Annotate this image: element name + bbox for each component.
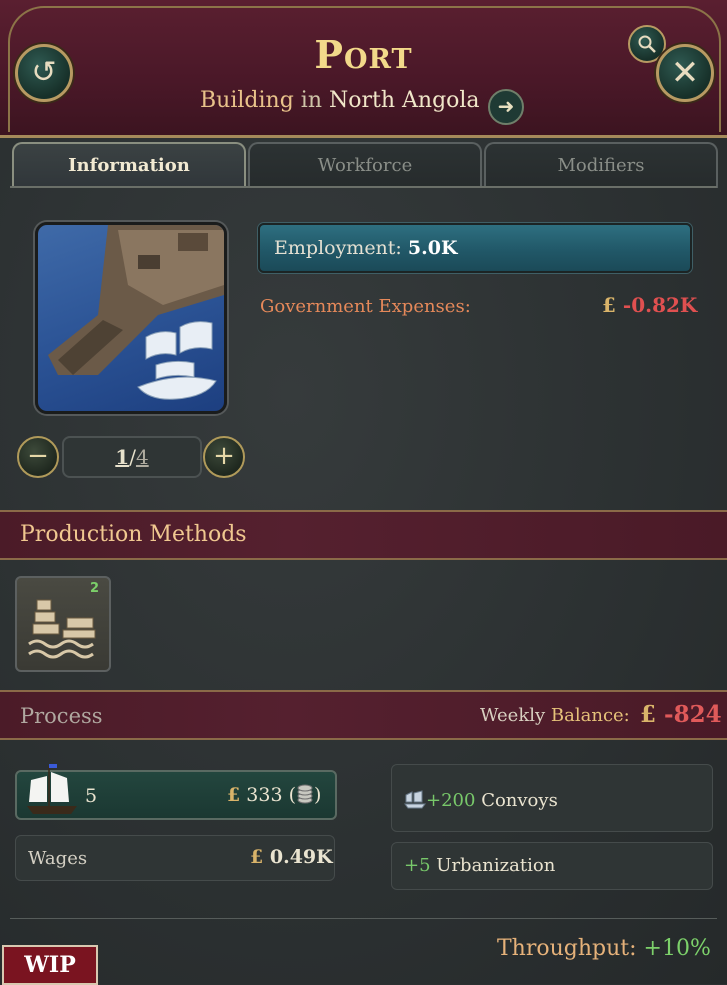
urbanization-output-text: +5 Urbanization — [404, 855, 555, 876]
output-urbanization[interactable]: +5 Urbanization — [391, 842, 713, 890]
page-title: Port — [314, 32, 413, 77]
goto-location-button[interactable]: ➜ — [488, 89, 524, 125]
coin-stack-icon — [297, 784, 313, 804]
employment-label-text: Employment: — [274, 237, 402, 259]
convoy-icon — [404, 790, 426, 809]
pm-count-badge: 2 — [90, 581, 100, 596]
footer-divider — [10, 918, 717, 919]
throughput: Throughput: +10% — [497, 936, 711, 961]
plus-icon: + — [213, 441, 235, 471]
ship-quantity: 5 — [85, 785, 98, 807]
subtitle-in: in — [300, 88, 322, 113]
production-methods-title: Production Methods — [20, 522, 247, 547]
pound-icon: £ — [227, 784, 241, 806]
building-image — [35, 222, 227, 414]
weekly-balance-label: Weekly Balance: — [480, 705, 630, 726]
production-method-tile[interactable]: 2 — [15, 576, 111, 672]
wages-row[interactable]: Wages £ 0.49K — [15, 835, 335, 881]
pound-icon: £ — [602, 293, 616, 317]
arrow-right-icon: ➜ — [497, 94, 515, 118]
throughput-value: +10% — [643, 936, 711, 961]
minus-icon: − — [27, 441, 49, 471]
production-methods-header: Production Methods — [0, 510, 727, 560]
weekly-balance-amount: -824 — [664, 701, 722, 728]
port-illustration — [48, 225, 224, 400]
tab-workforce[interactable]: Workforce — [248, 142, 482, 188]
pound-icon: £ — [250, 846, 264, 868]
subtitle-type: Building — [200, 88, 294, 113]
employment-value: 5.0K — [407, 237, 458, 259]
tab-divider — [10, 186, 717, 188]
urbanization-value: +5 — [404, 855, 431, 876]
government-expenses-label: Government Expenses: — [260, 296, 471, 317]
wip-badge: WIP — [2, 945, 98, 985]
expand-button[interactable]: + — [203, 436, 245, 478]
process-title: Process — [20, 704, 103, 728]
balance-word: Balance: — [550, 705, 630, 726]
input-clipper-ships[interactable]: 5 £ 333 () — [15, 764, 337, 820]
level-max: 4 — [135, 445, 149, 469]
building-subtitle: Building in North Angola — [200, 88, 480, 122]
downsize-button[interactable]: − — [17, 436, 59, 478]
wages-amount: 0.49K — [269, 846, 333, 868]
throughput-label: Throughput: — [497, 936, 637, 961]
level-separator: / — [129, 445, 136, 469]
weekly-balance-value: £ -824 — [640, 701, 722, 728]
tab-modifiers[interactable]: Modifiers — [484, 142, 718, 188]
subtitle-location-link[interactable]: North Angola — [329, 88, 480, 113]
urbanization-label: Urbanization — [436, 855, 556, 876]
ship-cost-amount: 333 — [246, 784, 283, 806]
government-expenses-value: £ -0.82K — [602, 293, 697, 317]
ship-cost: £ 333 () — [227, 784, 322, 806]
process-header: Process Weekly Balance: £ -824 — [0, 690, 727, 740]
building-level-counter: 1/4 — [62, 436, 202, 478]
clipper-ship-icon — [27, 764, 77, 814]
gov-expenses-amount: -0.82K — [622, 293, 698, 317]
wages-value: £ 0.49K — [250, 846, 333, 868]
employment-bar[interactable]: Employment: 5.0K — [258, 223, 692, 273]
convoys-label: Convoys — [481, 790, 558, 811]
convoys-output-text: +200 Convoys — [404, 789, 558, 811]
level-current: 1 — [115, 445, 130, 469]
wages-label: Wages — [28, 848, 88, 869]
pound-icon: £ — [640, 701, 657, 728]
weekly-word: Weekly — [480, 705, 546, 726]
tab-information[interactable]: Information — [12, 142, 246, 188]
building-panel: ↺ ✕ Port Building in North Angola ➜ Info… — [0, 0, 727, 985]
convoys-value: +200 — [426, 790, 476, 811]
panel-header: ↺ ✕ Port Building in North Angola ➜ — [0, 0, 727, 138]
employment-label: Employment: 5.0K — [274, 237, 457, 259]
output-convoys[interactable]: +200 Convoys — [391, 764, 713, 832]
